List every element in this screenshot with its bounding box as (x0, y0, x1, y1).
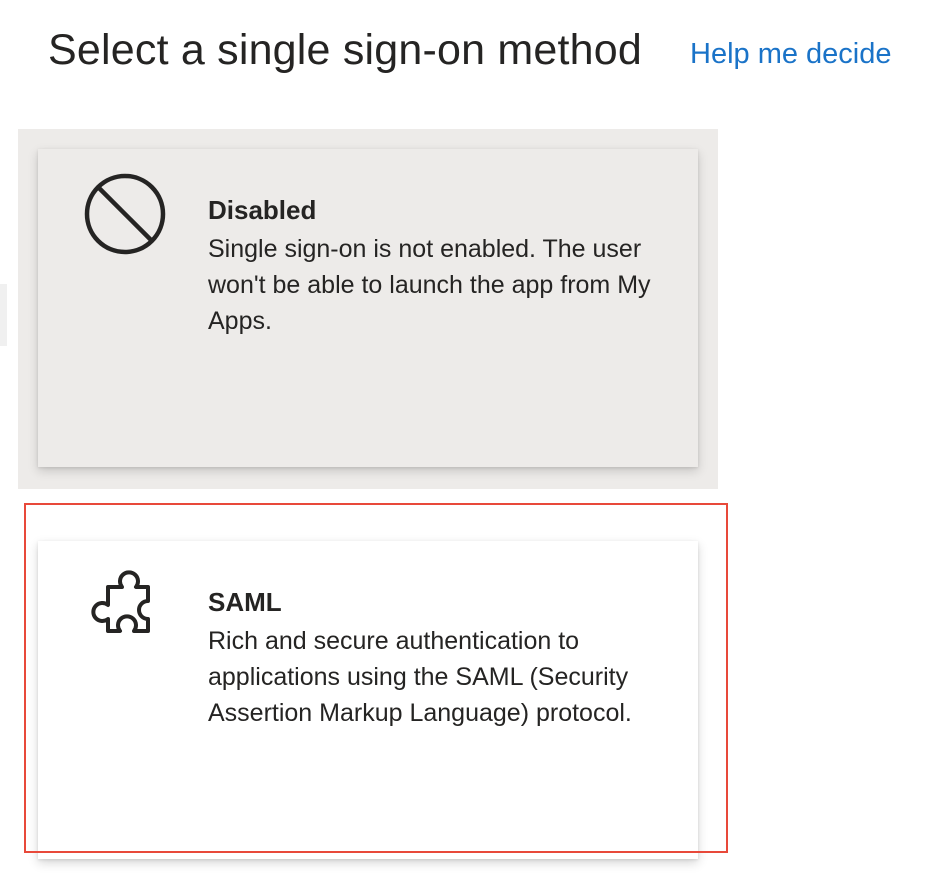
card-title-disabled: Disabled (208, 195, 317, 225)
card-description-saml: Rich and secure authentication to applic… (208, 627, 632, 727)
left-edge-fragment (0, 284, 7, 346)
card-description-disabled: Single sign-on is not enabled. The user … (208, 235, 651, 335)
card-title-saml: SAML (208, 587, 282, 617)
puzzle-piece-icon (91, 570, 150, 633)
sso-option-saml-card[interactable]: SAML Rich and secure authentication to a… (38, 541, 698, 859)
sso-option-disabled-card[interactable]: Disabled Single sign-on is not enabled. … (38, 149, 698, 467)
page-title: Select a single sign-on method (48, 26, 643, 74)
help-me-decide-link[interactable]: Help me decide (690, 38, 892, 71)
sso-method-page: Select a single sign-on method Help me d… (0, 0, 946, 892)
prohibited-icon (84, 173, 166, 255)
